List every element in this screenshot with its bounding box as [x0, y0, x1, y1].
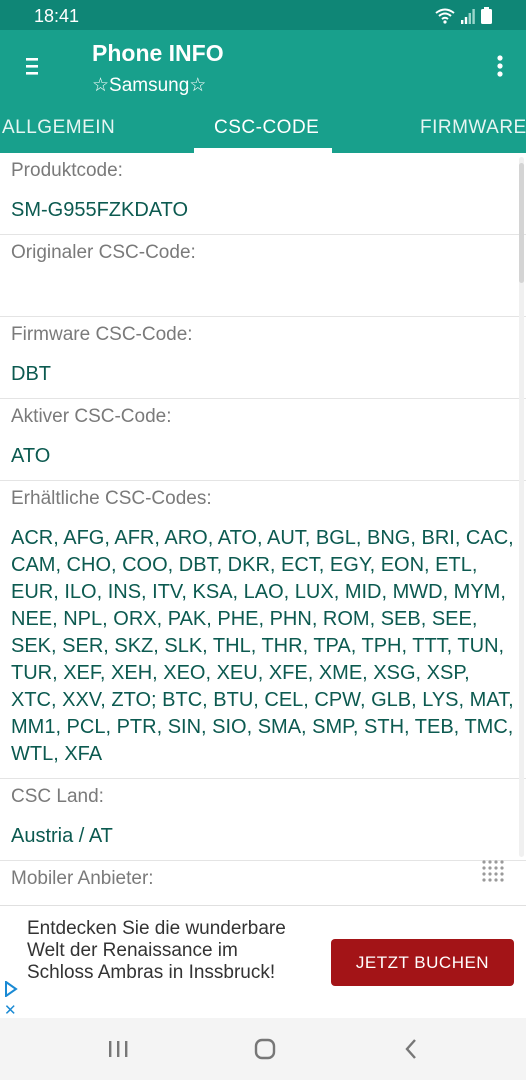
section-label: CSC Land: — [11, 786, 104, 807]
section-value: Austria / AT — [11, 825, 113, 847]
section-value: SM-G955FZKDATO — [11, 199, 189, 221]
section-aktiver-csc: Aktiver CSC-Code: ATO — [0, 399, 526, 481]
section-label: Originaler CSC-Code: — [11, 242, 196, 263]
ad-text[interactable]: Entdecken Sie die wunderbare Welt der Re… — [27, 918, 307, 984]
section-originaler-csc: Originaler CSC-Code: — [0, 235, 526, 317]
ad-close-icon[interactable]: ✕ — [4, 1001, 17, 1019]
scrollbar-thumb[interactable] — [519, 163, 524, 283]
section-produktcode: Produktcode: SM-G955FZKDATO — [0, 153, 526, 235]
tab-allgemein[interactable]: ALLGEMEIN — [2, 117, 115, 139]
hamburger-icon — [26, 58, 38, 75]
back-icon — [405, 1039, 416, 1059]
app-bar: Phone INFO ☆Samsung☆ — [0, 30, 526, 102]
section-csc-land: CSC Land: Austria / AT — [0, 779, 526, 861]
overflow-menu-button[interactable] — [486, 48, 514, 84]
system-nav-bar — [0, 1018, 526, 1080]
dot-grid-icon[interactable] — [480, 858, 506, 884]
home-button[interactable] — [250, 1036, 280, 1062]
recents-icon — [109, 1041, 128, 1057]
section-value: DBT — [11, 363, 51, 385]
recent-apps-button[interactable] — [103, 1036, 133, 1062]
section-label: Aktiver CSC-Code: — [11, 406, 172, 427]
content-list[interactable]: Produktcode: SM-G955FZKDATO Originaler C… — [0, 153, 526, 903]
section-value — [11, 279, 515, 316]
status-bar: 18:41 — [0, 0, 526, 30]
menu-button[interactable] — [14, 48, 50, 84]
app-subtitle: ☆Samsung☆ — [92, 75, 207, 96]
ad-banner[interactable]: Entdecken Sie die wunderbare Welt der Re… — [0, 905, 526, 1019]
adchoices-icon[interactable] — [4, 981, 18, 997]
battery-icon — [481, 7, 492, 24]
back-button[interactable] — [396, 1036, 426, 1062]
section-label: Erhältliche CSC-Codes: — [11, 488, 212, 509]
section-firmware-csc: Firmware CSC-Code: DBT — [0, 317, 526, 399]
section-value: ATO — [11, 445, 51, 467]
tab-firmware[interactable]: FIRMWARE — [420, 117, 526, 139]
ad-cta-button[interactable]: JETZT BUCHEN — [331, 939, 514, 986]
signal-icon — [461, 8, 475, 24]
section-label: Mobiler Anbieter: — [11, 868, 154, 889]
status-icons — [435, 7, 492, 24]
section-mobiler-anbieter: Mobiler Anbieter: — [0, 861, 526, 903]
app-title: Phone INFO — [92, 40, 224, 66]
section-erhaeltliche-csc: Erhältliche CSC-Codes: ACR, AFG, AFR, AR… — [0, 481, 526, 779]
tab-bar: ALLGEMEIN CSC-CODE FIRMWARE — [0, 102, 526, 153]
more-vert-icon — [497, 55, 503, 77]
section-label: Produktcode: — [11, 160, 123, 181]
tab-csc-code[interactable]: CSC-CODE — [214, 117, 319, 139]
section-label: Firmware CSC-Code: — [11, 324, 193, 345]
home-icon — [254, 1038, 276, 1060]
status-time: 18:41 — [34, 6, 80, 26]
section-value: ACR, AFG, AFR, ARO, ATO, AUT, BGL, BNG, … — [11, 527, 514, 765]
wifi-icon — [435, 8, 455, 24]
